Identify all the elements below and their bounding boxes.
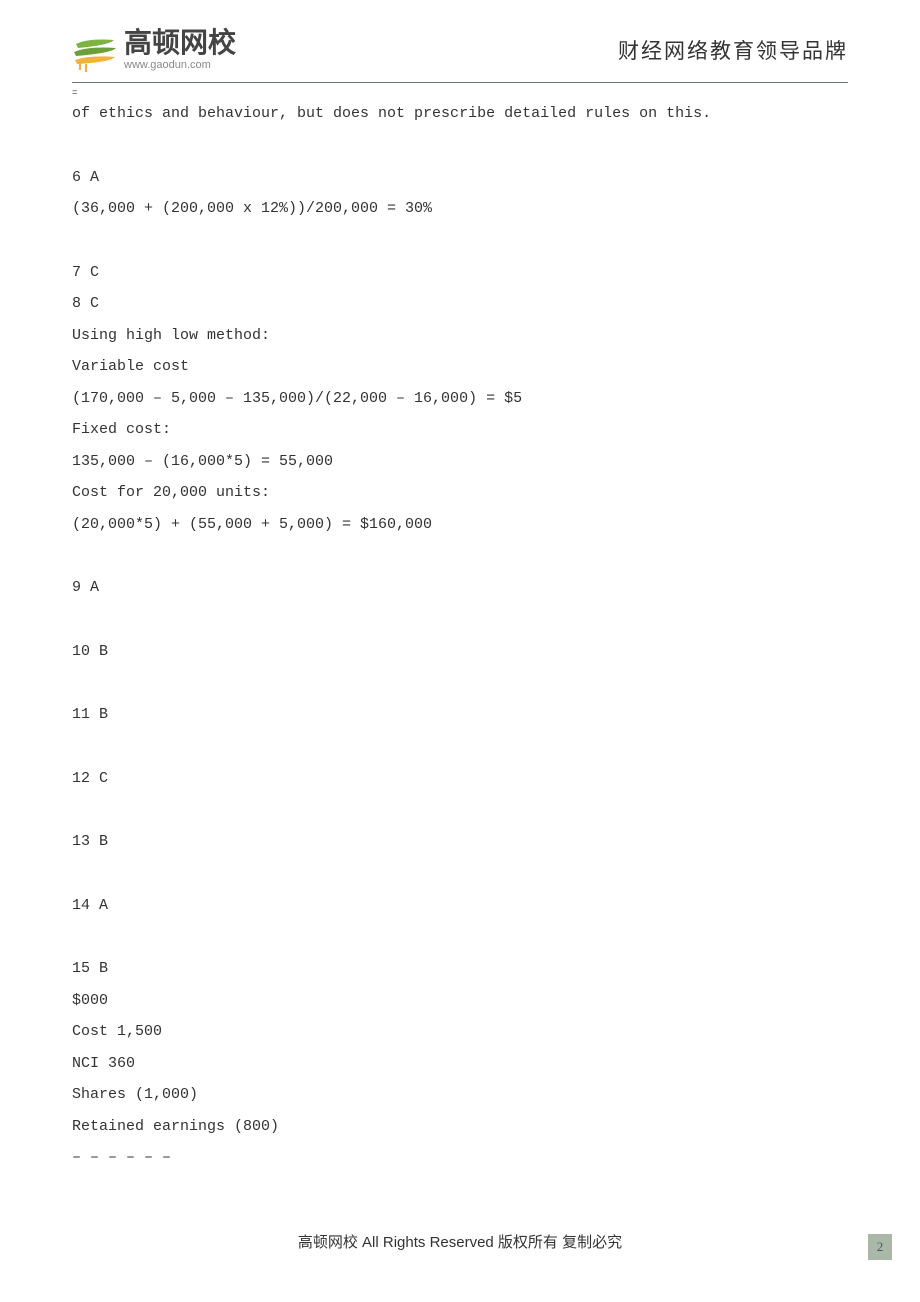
- answer-11: 11 B: [72, 699, 848, 731]
- footer-suffix: 版权所有 复制必究: [494, 1234, 622, 1251]
- answer-8-cost20k-calc: (20,000*5) + (55,000 + 5,000) = $160,000: [72, 509, 848, 541]
- answer-8-varcost-calc: (170,000 – 5,000 – 135,000)/(22,000 – 16…: [72, 383, 848, 415]
- page-header: 高顿网校 www.gaodun.com 财经网络教育领导品牌: [0, 0, 920, 76]
- answer-15-nci: NCI 360: [72, 1048, 848, 1080]
- logo-url-text: www.gaodun.com: [124, 59, 236, 71]
- answer-12: 12 C: [72, 763, 848, 795]
- answer-15: 15 B: [72, 953, 848, 985]
- answer-6-header: 6 A: [72, 162, 848, 194]
- answer-14: 14 A: [72, 890, 848, 922]
- answer-9: 9 A: [72, 572, 848, 604]
- answer-8-fixedcost-calc: 135,000 – (16,000*5) = 55,000: [72, 446, 848, 478]
- logo-text: 高顿网校 www.gaodun.com: [124, 29, 236, 71]
- body-line: of ethics and behaviour, but does not pr…: [72, 98, 848, 130]
- document-body: = of ethics and behaviour, but does not …: [0, 83, 920, 1174]
- answer-15-cost: Cost 1,500: [72, 1016, 848, 1048]
- page-number: 2: [868, 1234, 892, 1260]
- answer-15-re: Retained earnings (800): [72, 1111, 848, 1143]
- continuation-mark: =: [72, 89, 848, 98]
- answer-8-varcost-label: Variable cost: [72, 351, 848, 383]
- answer-6-calc: (36,000 + (200,000 x 12%))/200,000 = 30%: [72, 193, 848, 225]
- logo-cn-text: 高顿网校: [124, 29, 236, 57]
- page-footer: 高顿网校 All Rights Reserved 版权所有 复制必究: [0, 1231, 920, 1252]
- logo-block: 高顿网校 www.gaodun.com: [72, 28, 236, 72]
- answer-7: 7 C: [72, 257, 848, 289]
- answer-15-shares: Shares (1,000): [72, 1079, 848, 1111]
- footer-prefix: 高顿网校: [298, 1234, 362, 1251]
- footer-rights: All Rights Reserved: [362, 1234, 494, 1251]
- answer-8-fixedcost-label: Fixed cost:: [72, 414, 848, 446]
- answer-10: 10 B: [72, 636, 848, 668]
- answer-8: 8 C: [72, 288, 848, 320]
- logo-icon: [72, 28, 118, 72]
- answer-8-method: Using high low method:: [72, 320, 848, 352]
- answer-15-000: $000: [72, 985, 848, 1017]
- header-tagline: 财经网络教育领导品牌: [618, 35, 848, 65]
- answer-15-dashes: – – – – – –: [72, 1142, 848, 1174]
- answer-13: 13 B: [72, 826, 848, 858]
- answer-8-cost20k-label: Cost for 20,000 units:: [72, 477, 848, 509]
